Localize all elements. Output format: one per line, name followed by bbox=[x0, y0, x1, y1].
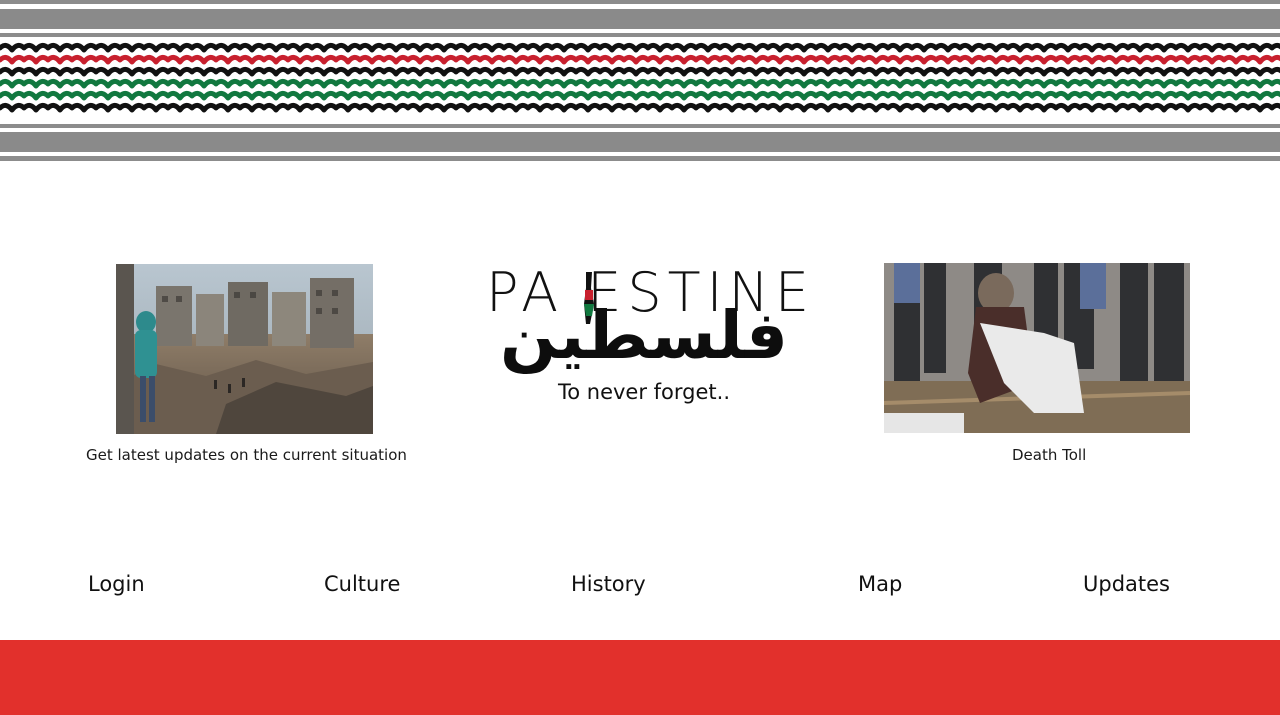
keffiyeh-pattern bbox=[0, 0, 1280, 162]
updates-caption: Get latest updates on the current situat… bbox=[86, 446, 407, 464]
nav-history-link[interactable]: History bbox=[571, 572, 646, 596]
nav-culture-link[interactable]: Culture bbox=[324, 572, 400, 596]
mourning-photo[interactable] bbox=[884, 263, 1190, 433]
palestine-logo: PA ESTINE فلسطين bbox=[468, 262, 820, 380]
nav-map-link[interactable]: Map bbox=[858, 572, 902, 596]
logo-arabic-text: فلسطين bbox=[500, 297, 788, 374]
nav-login-link[interactable]: Login bbox=[88, 572, 145, 596]
nav-updates-link[interactable]: Updates bbox=[1083, 572, 1170, 596]
footer-band bbox=[0, 640, 1280, 715]
header-pattern-band bbox=[0, 0, 1280, 162]
death-toll-caption: Death Toll bbox=[1012, 446, 1087, 464]
tagline-text: To never forget.. bbox=[557, 380, 730, 404]
destruction-photo[interactable] bbox=[116, 264, 373, 434]
